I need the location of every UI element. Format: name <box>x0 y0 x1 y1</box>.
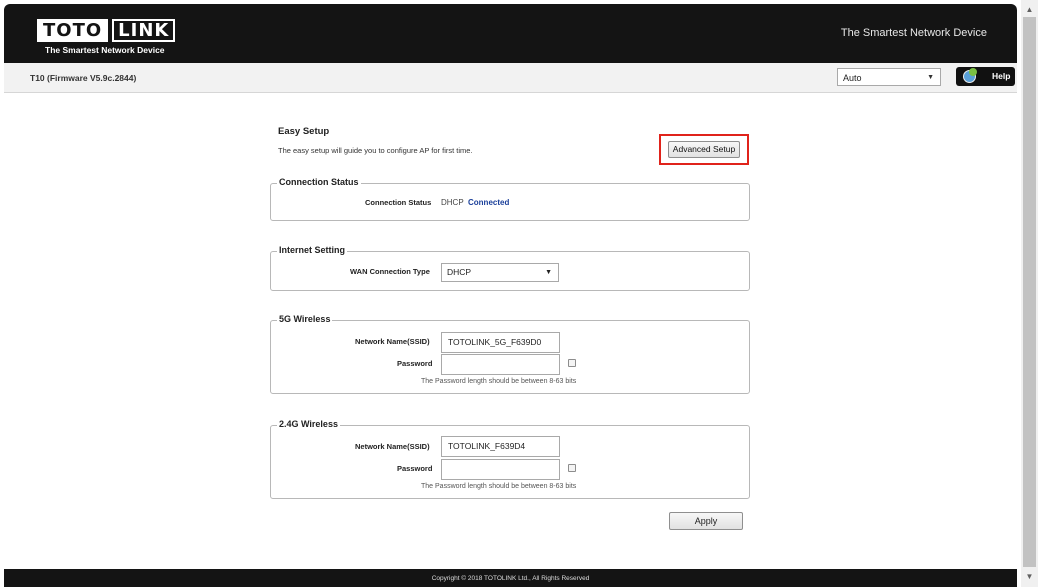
totolink-logo: TOTO LINK The Smartest Network Device <box>37 19 176 55</box>
main-content: Easy Setup The easy setup will guide you… <box>4 92 1017 569</box>
scrollbar-thumb[interactable] <box>1023 17 1036 567</box>
apply-button[interactable]: Apply <box>669 512 743 530</box>
connection-status-label: Connection Status <box>365 198 432 207</box>
language-select-value: Auto <box>843 73 862 83</box>
header-tagline: The Smartest Network Device <box>840 27 987 39</box>
vertical-scrollbar[interactable]: ▲ ▼ <box>1021 0 1038 587</box>
wireless-24g-show-password-checkbox[interactable] <box>568 464 576 472</box>
wireless-5g-legend: 5G Wireless <box>277 314 333 324</box>
connection-state-value: Connected <box>468 198 510 207</box>
connection-type-value: DHCP <box>441 198 464 207</box>
footer-bar: Copyright © 2018 TOTOLINK Ltd., All Righ… <box>4 569 1017 587</box>
wireless-24g-password-input[interactable] <box>441 459 560 480</box>
internet-setting-legend: Internet Setting <box>277 245 348 255</box>
help-button[interactable]: Help <box>956 67 1015 86</box>
sub-header-bar: T10 (Firmware V5.9c.2844) Auto ▼ Help <box>4 63 1017 93</box>
scroll-down-arrow-icon[interactable]: ▼ <box>1021 569 1038 585</box>
logo-tagline: The Smartest Network Device <box>45 45 165 55</box>
browser-viewport: TOTO LINK The Smartest Network Device Th… <box>0 0 1021 587</box>
chevron-down-icon: ▼ <box>927 74 934 81</box>
wireless-24g-legend: 2.4G Wireless <box>277 419 340 429</box>
wan-connection-type-select[interactable]: DHCP ▼ <box>441 263 559 282</box>
language-select[interactable]: Auto ▼ <box>837 68 941 86</box>
wireless-24g-ssid-input[interactable]: TOTOLINK_F639D4 <box>441 436 560 457</box>
wireless-5g-password-label: Password <box>397 359 433 368</box>
wireless-5g-ssid-input[interactable]: TOTOLINK_5G_F639D0 <box>441 332 560 353</box>
page-title: Easy Setup <box>278 126 330 137</box>
advanced-setup-highlight: Advanced Setup <box>659 134 749 165</box>
page-description: The easy setup will guide you to configu… <box>278 146 473 155</box>
wan-connection-type-label: WAN Connection Type <box>350 267 430 276</box>
wireless-5g-password-hint: The Password length should be between 8-… <box>421 378 577 385</box>
wireless-24g-ssid-label: Network Name(SSID) <box>355 442 430 451</box>
chevron-down-icon: ▼ <box>545 269 552 276</box>
connection-status-panel: Connection Status Connection Status DHCP… <box>270 177 750 221</box>
scroll-up-arrow-icon[interactable]: ▲ <box>1021 2 1038 18</box>
connection-status-legend: Connection Status <box>277 177 361 187</box>
wireless-5g-password-input[interactable] <box>441 354 560 375</box>
header-bar: TOTO LINK The Smartest Network Device Th… <box>4 4 1017 63</box>
advanced-setup-button[interactable]: Advanced Setup <box>668 141 740 158</box>
wireless-5g-panel: 5G Wireless Network Name(SSID) TOTOLINK_… <box>270 314 750 394</box>
wireless-24g-panel: 2.4G Wireless Network Name(SSID) TOTOLIN… <box>270 419 750 499</box>
wireless-24g-password-label: Password <box>397 464 433 473</box>
wireless-5g-ssid-label: Network Name(SSID) <box>355 337 430 346</box>
logo-text-toto: TOTO <box>37 19 109 42</box>
help-label: Help <box>992 71 1011 81</box>
help-globe-icon <box>963 68 977 83</box>
copyright-text: Copyright © 2018 TOTOLINK Ltd., All Righ… <box>431 575 590 582</box>
logo-text-link: LINK <box>112 19 176 42</box>
firmware-version: T10 (Firmware V5.9c.2844) <box>30 73 137 83</box>
wan-connection-type-value: DHCP <box>447 267 472 277</box>
wireless-5g-show-password-checkbox[interactable] <box>568 359 576 367</box>
internet-setting-panel: Internet Setting WAN Connection Type DHC… <box>270 245 750 291</box>
wireless-24g-password-hint: The Password length should be between 8-… <box>421 483 577 490</box>
